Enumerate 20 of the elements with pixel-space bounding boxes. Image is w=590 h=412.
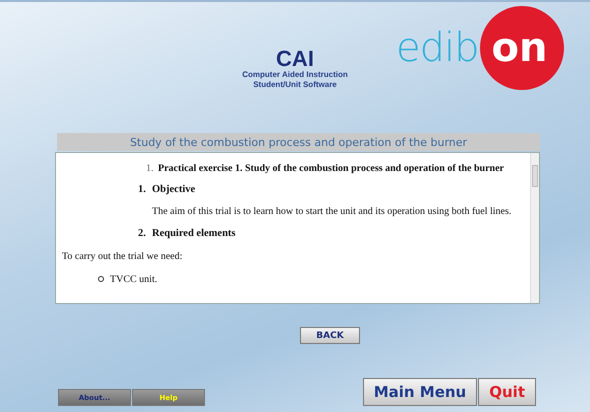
paragraph: To carry out the trial we need: xyxy=(62,250,182,262)
panel-title: Study of the combustion process and operation of the burner xyxy=(57,133,540,151)
list-item: TVCC unit. xyxy=(110,274,158,284)
back-button[interactable]: BACK xyxy=(300,327,360,344)
paragraph: The aim of this trial is to learn how to start the unit and its operation using both fuel lines. xyxy=(152,206,512,216)
subsection-heading: Required elements xyxy=(152,228,236,238)
scrollbar[interactable] xyxy=(530,153,539,303)
company-logo: edib on xyxy=(396,6,564,90)
list-number: 1. xyxy=(146,162,154,174)
list-number: 1. xyxy=(138,184,147,194)
app-subtitle: Computer Aided Instruction xyxy=(242,70,348,80)
menu-button[interactable]: Quit xyxy=(478,378,536,406)
section-heading: Practical exercise 1. Study of the combustion process and operation of the burner xyxy=(158,162,504,174)
app-subtitle: Student/Unit Software xyxy=(253,80,337,90)
list-number: 2. xyxy=(138,228,147,238)
app-title: CAI xyxy=(276,48,314,70)
subsection-heading: Objective xyxy=(152,184,196,194)
scrollbar-thumb[interactable] xyxy=(532,165,538,187)
bullet-icon xyxy=(98,276,104,282)
menu-button[interactable]: Main Menu xyxy=(362,378,478,406)
